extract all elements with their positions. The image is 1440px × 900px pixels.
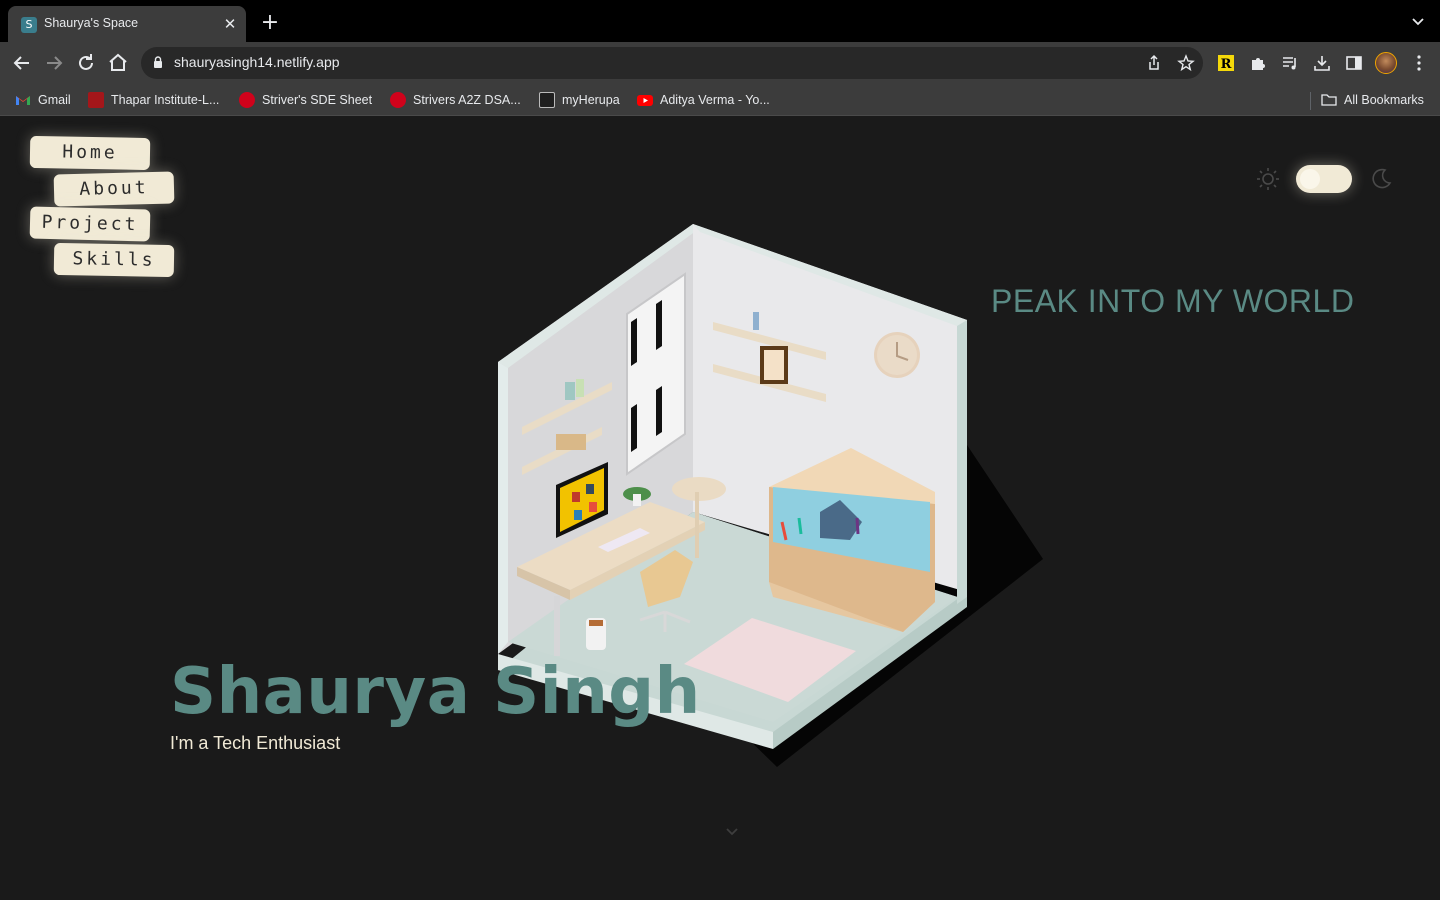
nav-home[interactable]: Home [29,135,151,171]
home-icon[interactable] [106,51,130,75]
bookmark-label: Aditya Verma - Yo... [660,93,770,107]
bookmark-gmail[interactable]: Gmail [15,91,71,109]
bookmark-label: Thapar Institute-L... [111,93,220,107]
download-icon[interactable] [1313,54,1331,72]
bookmark-thapar[interactable]: Thapar Institute-L... [88,91,219,109]
folder-icon [1321,94,1337,106]
gmail-icon [16,96,30,105]
url-text: shauryasingh14.netlify.app [174,54,340,70]
bookmark-strivers-sde[interactable]: Striver's SDE Sheet [239,91,372,109]
bookmark-myherupa[interactable]: myHerupa [539,91,620,109]
tab-search-chevron-icon[interactable] [1410,13,1426,29]
sun-icon[interactable] [1256,167,1280,191]
hero-name: Shaurya Singh [170,655,701,729]
moon-icon[interactable] [1369,167,1393,191]
browser-tab[interactable]: S Shaurya's Space ✕ [8,6,246,42]
all-bookmarks-button[interactable]: All Bookmarks [1321,91,1424,109]
site-favicon-icon: S [21,17,37,33]
thapar-icon [88,92,104,108]
tuf-icon [239,92,255,108]
bookmark-label: Striver's SDE Sheet [262,93,373,107]
close-tab-icon[interactable]: ✕ [220,14,240,34]
bookmark-label: Strivers A2Z DSA... [413,93,521,107]
bookmarks-bar: Gmail Thapar Institute-L... Striver's SD… [0,84,1440,116]
hero-subtitle: I'm a Tech Enthusiast [170,733,341,753]
new-tab-button[interactable]: + [258,11,282,35]
side-panel-icon[interactable] [1345,54,1363,72]
tab-strip: S Shaurya's Space ✕ + [0,0,1440,42]
nav-project[interactable]: Project [29,206,151,242]
lock-icon[interactable] [153,56,163,68]
extension-r-icon[interactable]: R [1217,54,1235,72]
extensions-puzzle-icon[interactable] [1249,54,1267,72]
bookmark-strivers-a2z[interactable]: Strivers A2Z DSA... [390,91,521,109]
profile-avatar[interactable] [1375,52,1397,74]
bookmark-star-icon[interactable] [1177,54,1195,72]
theme-toggle-knob [1300,169,1320,189]
share-icon[interactable] [1145,54,1163,72]
back-arrow-icon[interactable] [10,51,34,75]
nav-about[interactable]: About [53,171,175,207]
scroll-down-chevron-icon[interactable] [724,825,740,839]
bookmark-label: All Bookmarks [1344,93,1424,107]
reload-icon[interactable] [74,51,98,75]
address-bar[interactable]: shauryasingh14.netlify.app [141,47,1203,79]
theme-toggle[interactable] [1296,165,1352,193]
forward-arrow-icon[interactable] [42,51,66,75]
herupa-icon [539,92,555,108]
youtube-icon [637,95,653,106]
nav-skills[interactable]: Skills [53,242,175,278]
bookmarks-divider [1310,92,1311,110]
bookmark-aditya-verma[interactable]: Aditya Verma - Yo... [637,91,770,109]
tuf-icon [390,92,406,108]
tab-title: Shaurya's Space [44,16,139,30]
browser-menu-icon[interactable] [1410,54,1428,72]
media-playlist-icon[interactable] [1281,54,1299,72]
bookmark-label: myHerupa [562,93,620,107]
browser-toolbar: shauryasingh14.netlify.app R [0,42,1440,84]
svg-text:R: R [1221,57,1232,72]
page-content: Home About Project Skills PEAK INTO MY W… [0,117,1440,900]
bookmark-label: Gmail [38,93,71,107]
